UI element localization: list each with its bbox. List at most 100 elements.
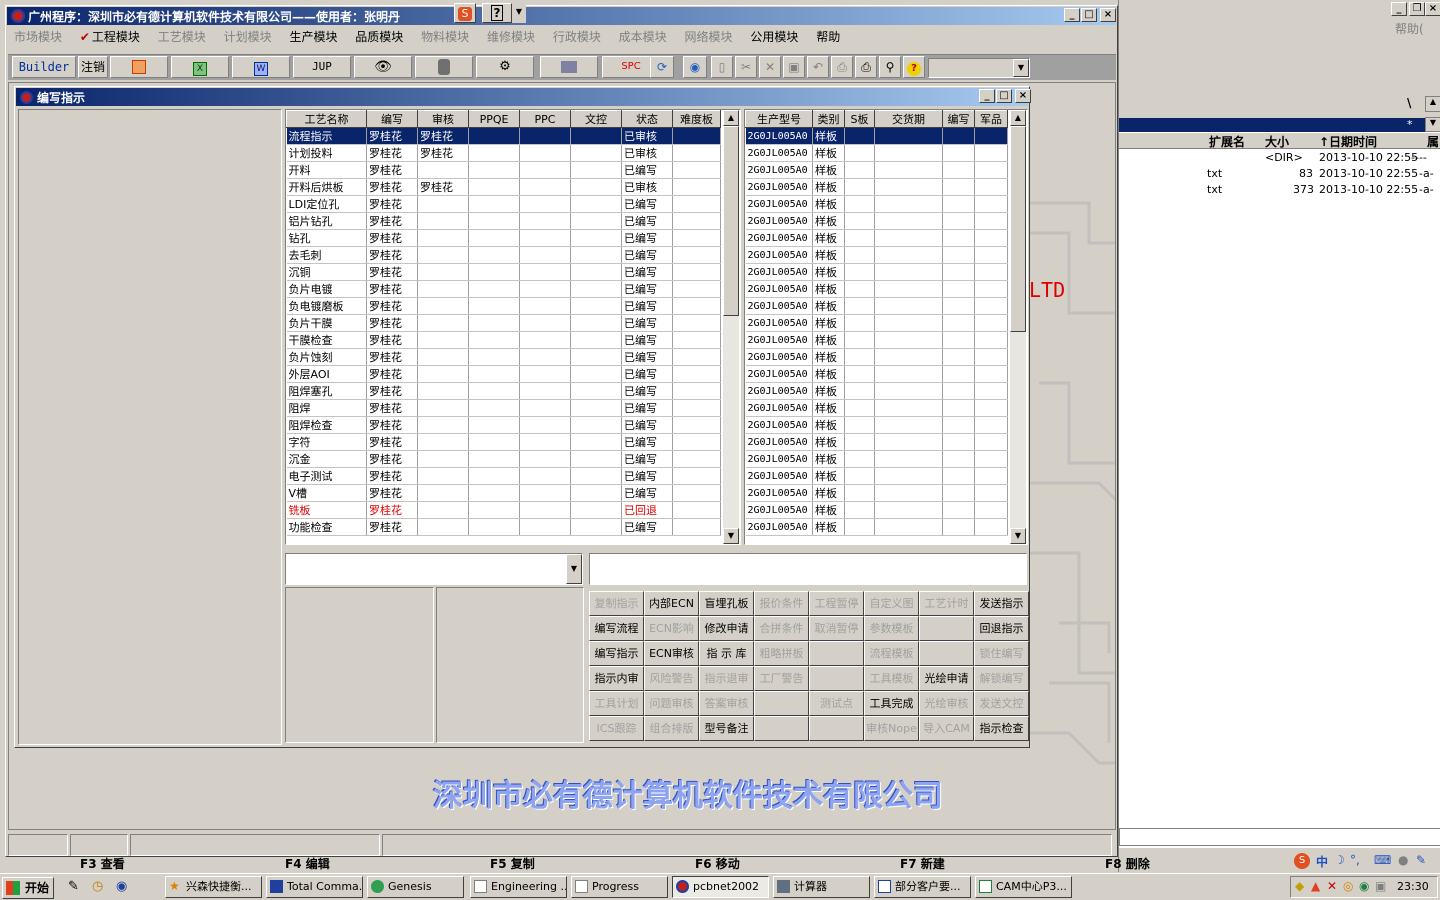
scroll-button[interactable]: ▼ (1425, 117, 1440, 132)
word-icon[interactable]: W (232, 56, 290, 78)
scroll-down-icon[interactable]: ▼ (1010, 528, 1026, 544)
action-button[interactable] (919, 641, 974, 666)
action-button[interactable]: 参数模板 (864, 616, 919, 641)
menu-process[interactable]: 工艺模块 (158, 28, 206, 45)
process-row[interactable]: 负片干膜 罗桂花 已编写 (286, 314, 721, 332)
dropdown-arrow-icon[interactable]: ▼ (512, 3, 526, 23)
product-row[interactable]: 2G0JL005A0 样板 (745, 416, 1008, 434)
menu-cost[interactable]: 成本模块 (619, 28, 667, 45)
menu-admin[interactable]: 行政模块 (553, 28, 601, 45)
action-button[interactable]: 编写流程 (589, 616, 644, 641)
product-row[interactable]: 2G0JL005A0 样板 (745, 280, 1008, 298)
action-button[interactable] (809, 666, 864, 691)
action-button[interactable]: 盲埋孔板 (699, 591, 754, 616)
process-col-header[interactable]: 工艺名称 (286, 110, 367, 128)
menu-help[interactable]: 帮助 (816, 28, 840, 45)
action-button[interactable]: 答案审核 (699, 691, 754, 716)
action-button[interactable]: 工厂警告 (754, 666, 809, 691)
action-button[interactable]: 工程暂停 (809, 591, 864, 616)
start-button[interactable]: 开始 (2, 877, 54, 899)
action-button[interactable]: 工具模板 (864, 666, 919, 691)
product-row[interactable]: 2G0JL005A0 样板 (745, 195, 1008, 213)
scroll-thumb[interactable] (723, 126, 739, 316)
process-col-header[interactable]: 文控 (570, 110, 622, 128)
scroll-up-icon[interactable]: ▲ (723, 110, 739, 126)
process-row[interactable]: 外层AOI 罗桂花 已编写 (286, 365, 721, 383)
action-button[interactable]: 流程模板 (864, 641, 919, 666)
action-button[interactable]: 审核Nope (864, 716, 919, 741)
action-button[interactable]: 工艺计时 (919, 591, 974, 616)
action-button[interactable]: 问题审核 (644, 691, 699, 716)
process-row[interactable]: 计划投料 罗桂花 罗桂花 已审核 (286, 144, 721, 162)
process-row[interactable]: 阻焊塞孔 罗桂花 已编写 (286, 382, 721, 400)
product-col-header[interactable]: S板 (844, 110, 875, 128)
scroll-down-icon[interactable]: ▼ (723, 528, 739, 544)
product-row[interactable]: 2G0JL005A0 样板 (745, 518, 1008, 536)
action-button[interactable]: 风险警告 (644, 666, 699, 691)
scroll-thumb[interactable] (1010, 126, 1026, 332)
sogou-ime-icon[interactable]: S (1294, 853, 1310, 869)
delete-icon[interactable]: ✕ (759, 56, 781, 78)
product-row[interactable]: 2G0JL005A0 样板 (745, 161, 1008, 179)
action-button[interactable]: 发送文控 (974, 691, 1029, 716)
close-icon[interactable]: × (1100, 8, 1116, 22)
maximize-icon[interactable]: □ (1081, 8, 1097, 22)
action-button[interactable]: ECN审核 (644, 641, 699, 666)
action-button[interactable]: ICS跟踪 (589, 716, 644, 741)
product-row[interactable]: 2G0JL005A0 样板 (745, 212, 1008, 230)
menu-material[interactable]: 物料模块 (421, 28, 469, 45)
process-row[interactable]: LDI定位孔 罗桂花 已编写 (286, 195, 721, 213)
restore-icon[interactable]: ❐ (1409, 2, 1425, 16)
refresh-icon[interactable]: ⟳ (650, 56, 674, 78)
product-row[interactable]: 2G0JL005A0 样板 (745, 314, 1008, 332)
sogou-icon[interactable]: S (454, 3, 476, 23)
scroll-up-icon[interactable]: ▲ (1010, 110, 1026, 126)
product-row[interactable]: 2G0JL005A0 样板 (745, 144, 1008, 162)
product-scrollbar[interactable]: ▲ ▼ (1010, 110, 1026, 544)
fkey-f3[interactable]: F3 查看 (80, 855, 125, 872)
process-row[interactable]: 干膜检查 罗桂花 已编写 (286, 331, 721, 349)
undo-icon[interactable]: ↶ (807, 56, 829, 78)
process-row[interactable]: 负电镀磨板 罗桂花 已编写 (286, 297, 721, 315)
product-col-header[interactable]: 生产型号 (745, 110, 813, 128)
task-xingsen[interactable]: ★ 兴森快捷衡... (165, 876, 262, 898)
action-button[interactable]: 光绘审核 (919, 691, 974, 716)
print-icon[interactable]: ⎙ (855, 56, 877, 78)
product-col-header[interactable]: 军品 (974, 110, 1008, 128)
fkey-f7[interactable]: F7 新建 (900, 855, 945, 872)
action-button[interactable] (809, 641, 864, 666)
process-row[interactable]: 钻孔 罗桂花 已编写 (286, 229, 721, 247)
powerpoint-icon[interactable] (110, 56, 168, 78)
product-row[interactable]: 2G0JL005A0 样板 (745, 297, 1008, 315)
fkey-f8[interactable]: F8 删除 (1105, 855, 1150, 872)
col-attr[interactable]: 属 (1427, 133, 1439, 150)
product-row[interactable]: 2G0JL005A0 样板 (745, 331, 1008, 349)
process-row[interactable]: 电子测试 罗桂花 已编写 (286, 467, 721, 485)
process-col-header[interactable]: PPQE (468, 110, 520, 128)
minimize-icon[interactable]: _ (1064, 8, 1080, 22)
process-row[interactable]: 铝片钻孔 罗桂花 已编写 (286, 212, 721, 230)
process-col-header[interactable]: PPC (519, 110, 571, 128)
action-button[interactable]: 光绘申请 (919, 666, 974, 691)
action-button[interactable] (754, 716, 809, 741)
tray-icon[interactable]: ◆ (1295, 879, 1304, 893)
database-icon[interactable] (415, 56, 473, 78)
menu-market[interactable]: 市场模块 (14, 28, 62, 45)
task-engineering[interactable]: Engineering ... (470, 876, 567, 898)
menu-production[interactable]: 生产模块 (289, 28, 337, 45)
excel-icon[interactable]: X (171, 56, 229, 78)
product-col-header[interactable]: 编写 (942, 110, 975, 128)
lower-mid-panel[interactable] (436, 587, 584, 743)
quicklaunch-edit-icon[interactable]: ✎ (68, 879, 79, 894)
save-icon[interactable]: ▣ (783, 56, 805, 78)
action-button[interactable]: 指示内审 (589, 666, 644, 691)
toolbar-combo[interactable]: ▼ (928, 58, 1030, 78)
action-button[interactable]: 测试点 (809, 691, 864, 716)
process-col-header[interactable]: 编写 (366, 110, 418, 128)
action-button[interactable]: 指示退审 (699, 666, 754, 691)
menu-common[interactable]: 公用模块 (750, 28, 798, 45)
minimize-icon[interactable]: _ (979, 89, 995, 103)
col-date[interactable]: ↑日期时间 (1319, 133, 1377, 150)
product-col-header[interactable]: 类别 (812, 110, 845, 128)
process-row[interactable]: 流程指示 罗桂花 罗桂花 已审核 (286, 127, 721, 145)
